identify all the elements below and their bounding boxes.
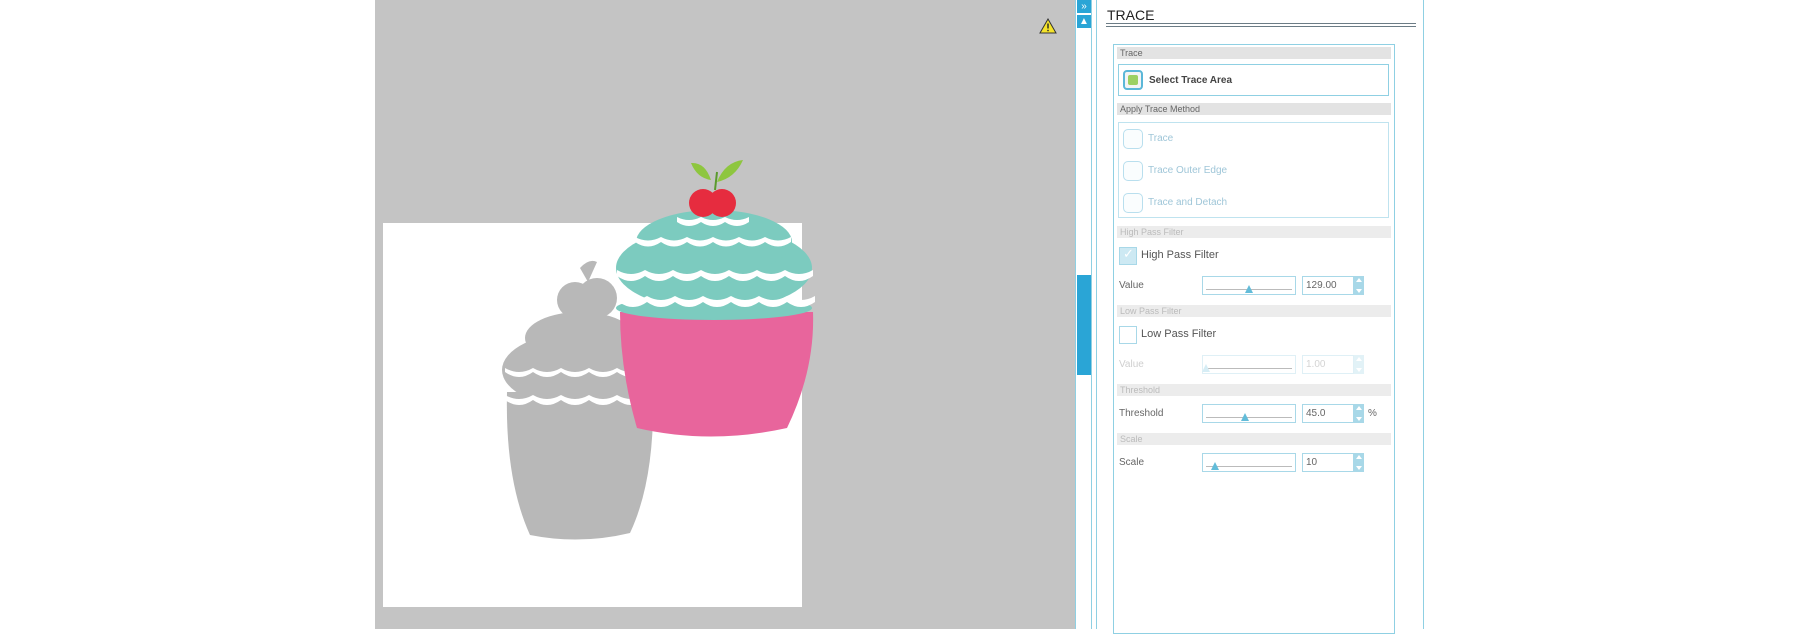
section-header-high-pass: High Pass Filter bbox=[1117, 226, 1391, 238]
cupcake-artwork[interactable] bbox=[375, 0, 1075, 629]
high-pass-value-input[interactable]: 129.00 bbox=[1302, 276, 1354, 295]
high-pass-value-slider[interactable] bbox=[1202, 276, 1296, 295]
section-header-low-pass: Low Pass Filter bbox=[1117, 305, 1391, 317]
trace-and-detach-icon bbox=[1123, 193, 1143, 213]
scale-spinner[interactable] bbox=[1354, 453, 1364, 472]
threshold-input[interactable]: 45.0 bbox=[1302, 404, 1354, 423]
trace-icon bbox=[1123, 129, 1143, 149]
colored-cupcake bbox=[616, 160, 815, 437]
trace-panel: TRACE Trace Select Trace Area Apply Trac… bbox=[1096, 0, 1424, 634]
threshold-unit: % bbox=[1368, 408, 1377, 419]
scale-input[interactable]: 10 bbox=[1302, 453, 1354, 472]
threshold-spinner[interactable] bbox=[1354, 404, 1364, 423]
trace-options-box: Trace Select Trace Area Apply Trace Meth… bbox=[1113, 44, 1395, 634]
title-divider bbox=[1106, 23, 1416, 24]
scale-label: Scale bbox=[1119, 457, 1145, 468]
slider-thumb[interactable] bbox=[1245, 285, 1253, 293]
trace-method-list: Trace Trace Outer Edge Trace and Detach bbox=[1118, 122, 1389, 218]
trace-method-label: Trace Outer Edge bbox=[1148, 165, 1228, 176]
section-header-scale: Scale bbox=[1117, 433, 1391, 445]
slider-thumb[interactable] bbox=[1210, 462, 1219, 470]
low-pass-value-slider bbox=[1202, 355, 1296, 374]
select-trace-area-button[interactable]: Select Trace Area bbox=[1118, 64, 1389, 96]
slider-thumb[interactable] bbox=[1240, 413, 1249, 421]
trace-method-outer-edge[interactable]: Trace Outer Edge bbox=[1121, 159, 1386, 183]
low-pass-value-spinner bbox=[1354, 355, 1364, 374]
title-divider bbox=[1106, 26, 1416, 27]
select-trace-area-icon bbox=[1123, 70, 1143, 90]
select-trace-area-label: Select Trace Area bbox=[1149, 75, 1233, 86]
trace-method-detach[interactable]: Trace and Detach bbox=[1121, 191, 1386, 215]
design-canvas[interactable] bbox=[375, 0, 1075, 629]
scale-slider[interactable] bbox=[1202, 453, 1296, 472]
section-header-threshold: Threshold bbox=[1117, 384, 1391, 396]
section-header-trace: Trace bbox=[1117, 47, 1391, 59]
checkbox-box[interactable] bbox=[1119, 247, 1137, 265]
threshold-label: Threshold bbox=[1119, 408, 1164, 419]
low-pass-filter-label: Low Pass Filter bbox=[1141, 328, 1217, 340]
high-pass-filter-label: High Pass Filter bbox=[1141, 249, 1219, 261]
threshold-slider[interactable] bbox=[1202, 404, 1296, 423]
high-pass-value-spinner[interactable] bbox=[1354, 276, 1364, 295]
slider-thumb bbox=[1202, 364, 1210, 372]
section-header-apply-trace-method: Apply Trace Method bbox=[1117, 103, 1391, 115]
double-chevron-right-icon[interactable]: » bbox=[1077, 0, 1091, 13]
warning-triangle-icon[interactable] bbox=[1039, 18, 1057, 34]
trace-method-label: Trace bbox=[1148, 133, 1174, 144]
high-pass-value-label: Value bbox=[1119, 280, 1144, 291]
low-pass-value-input: 1.00 bbox=[1302, 355, 1354, 374]
triangle-up-icon[interactable]: ▲ bbox=[1077, 15, 1091, 28]
trace-method-label: Trace and Detach bbox=[1148, 197, 1228, 208]
scrollbar-thumb[interactable] bbox=[1077, 275, 1091, 375]
leaf bbox=[717, 160, 743, 182]
trace-outer-edge-icon bbox=[1123, 161, 1143, 181]
panel-scrollbar[interactable]: » ▲ bbox=[1075, 0, 1092, 629]
cupcake-wrapper bbox=[620, 312, 814, 437]
panel-title: TRACE bbox=[1107, 7, 1155, 23]
trace-method-trace[interactable]: Trace bbox=[1121, 127, 1386, 151]
low-pass-value-label: Value bbox=[1119, 359, 1144, 370]
checkbox-box[interactable] bbox=[1119, 326, 1137, 344]
